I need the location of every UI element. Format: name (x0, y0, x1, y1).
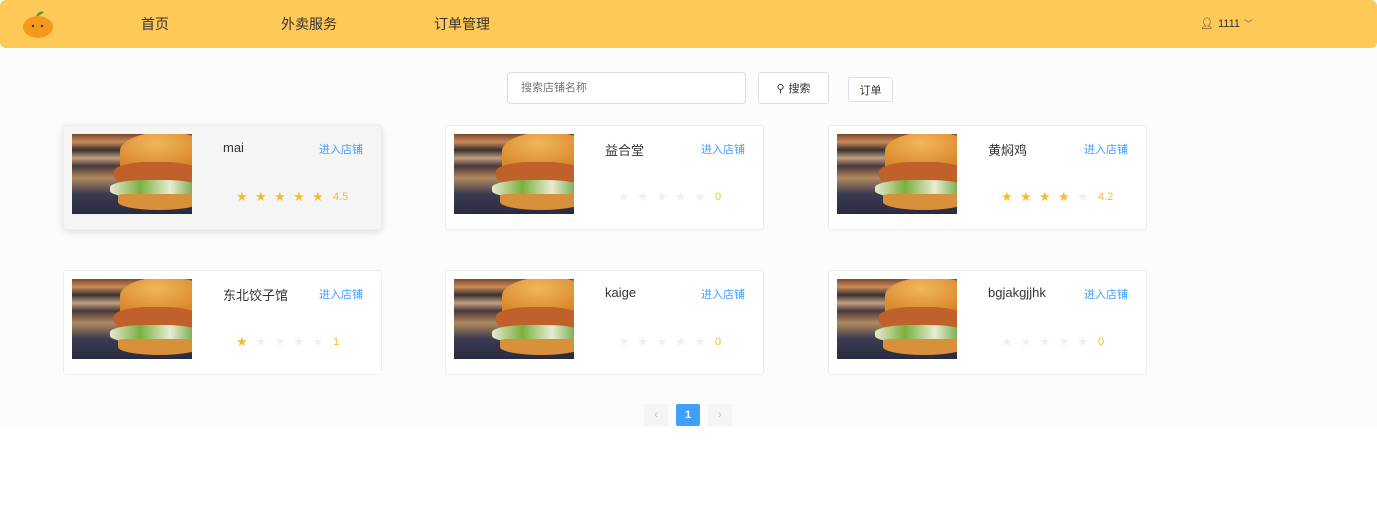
enter-shop-link[interactable]: 进入店铺 (319, 286, 363, 302)
enter-shop-link[interactable]: 进入店铺 (1084, 286, 1128, 302)
search-button-label: 搜索 (788, 83, 811, 95)
prev-page-button[interactable]: ‹ (644, 404, 668, 426)
star-icon[interactable]: ★ (1058, 189, 1077, 205)
shop-rating: ★ ★ ★ ★ ★ 1 (236, 334, 339, 350)
nav-delivery[interactable]: 外卖服务 (281, 14, 337, 34)
enter-shop-link[interactable]: 进入店铺 (1084, 141, 1128, 157)
orange-logo-icon[interactable] (22, 9, 54, 39)
top-nav: 首页 外卖服务 订单管理 👤︎ 1111 ﹀ (0, 0, 1377, 48)
shop-rating: ★ ★ ★ ★ ★ 4.2 (1001, 189, 1113, 205)
shop-card[interactable]: 益合堂 进入店铺 ★ ★ ★ ★ ★ 0 (445, 125, 764, 230)
shop-name: kaige (605, 285, 637, 300)
shop-name: bgjakgjjhk (988, 285, 1046, 300)
shop-name: 黄焖鸡 (988, 143, 1028, 158)
star-icon[interactable]: ★ (694, 334, 713, 350)
enter-shop-link[interactable]: 进入店铺 (701, 286, 745, 302)
shop-name: mai (223, 140, 244, 155)
star-icon[interactable]: ★ (236, 334, 255, 350)
star-icon[interactable]: ★ (1039, 334, 1058, 350)
next-page-button[interactable]: › (708, 404, 732, 426)
star-icon[interactable]: ★ (293, 189, 312, 205)
nav-home[interactable]: 首页 (141, 14, 169, 34)
search-input[interactable] (507, 72, 746, 104)
enter-shop-link[interactable]: 进入店铺 (319, 141, 363, 157)
shop-card[interactable]: 东北饺子馆 进入店铺 ★ ★ ★ ★ ★ 1 (63, 270, 382, 375)
shop-image (837, 134, 957, 214)
user-icon: 👤︎ (1200, 18, 1214, 30)
shop-image (454, 134, 574, 214)
username: 1111 (1217, 17, 1240, 30)
star-icon[interactable]: ★ (1077, 334, 1096, 350)
star-icon[interactable]: ★ (1077, 189, 1096, 205)
star-icon[interactable]: ★ (255, 189, 274, 205)
shop-name: 益合堂 (605, 143, 645, 158)
shop-rating: ★ ★ ★ ★ ★ 0 (1001, 334, 1104, 350)
star-icon[interactable]: ★ (675, 189, 694, 205)
star-icon[interactable]: ★ (656, 189, 675, 205)
star-icon[interactable]: ★ (293, 334, 312, 350)
shop-card[interactable]: kaige 进入店铺 ★ ★ ★ ★ ★ 0 (445, 270, 764, 375)
shop-rating: ★ ★ ★ ★ ★ 0 (618, 189, 721, 205)
chevron-down-icon: ﹀ (1244, 19, 1254, 29)
star-icon[interactable]: ★ (694, 189, 713, 205)
nav-orders[interactable]: 订单管理 (434, 14, 490, 34)
star-icon[interactable]: ★ (656, 334, 675, 350)
shop-image (72, 134, 192, 214)
shop-card[interactable]: 黄焖鸡 进入店铺 ★ ★ ★ ★ ★ 4.2 (828, 125, 1147, 230)
orders-button[interactable]: 订单 (848, 77, 893, 102)
shop-card[interactable]: mai 进入店铺 ★ ★ ★ ★ ★ 4.5 (63, 125, 382, 230)
shop-image (454, 279, 574, 359)
rating-value: 0 (715, 336, 722, 348)
star-icon[interactable]: ★ (637, 189, 656, 205)
star-icon[interactable]: ★ (236, 189, 255, 205)
search-button[interactable]: ⚲ 搜索 (758, 72, 829, 104)
star-icon[interactable]: ★ (255, 334, 274, 350)
star-icon[interactable]: ★ (1058, 334, 1077, 350)
star-icon[interactable]: ★ (274, 334, 293, 350)
search-icon: ⚲ (776, 82, 785, 95)
shop-rating: ★ ★ ★ ★ ★ 4.5 (236, 189, 348, 205)
star-icon[interactable]: ★ (675, 334, 694, 350)
rating-value: 1 (333, 336, 340, 348)
star-icon[interactable]: ★ (1039, 189, 1058, 205)
shop-image (72, 279, 192, 359)
star-icon[interactable]: ★ (1001, 334, 1020, 350)
rating-value: 0 (1098, 336, 1105, 348)
rating-value: 4.5 (333, 191, 349, 203)
shop-rating: ★ ★ ★ ★ ★ 0 (618, 334, 721, 350)
star-icon[interactable]: ★ (618, 334, 637, 350)
rating-value: 4.2 (1098, 191, 1114, 203)
star-icon[interactable]: ★ (618, 189, 637, 205)
page-1-button[interactable]: 1 (676, 404, 700, 426)
star-icon[interactable]: ★ (312, 189, 331, 205)
star-icon[interactable]: ★ (637, 334, 656, 350)
star-icon[interactable]: ★ (312, 334, 331, 350)
star-icon[interactable]: ★ (1020, 334, 1039, 350)
shop-image (837, 279, 957, 359)
rating-value: 0 (715, 191, 722, 203)
enter-shop-link[interactable]: 进入店铺 (701, 141, 745, 157)
shop-card[interactable]: bgjakgjjhk 进入店铺 ★ ★ ★ ★ ★ 0 (828, 270, 1147, 375)
star-icon[interactable]: ★ (1001, 189, 1020, 205)
shop-name: 东北饺子馆 (223, 288, 289, 303)
user-menu[interactable]: 👤︎ 1111 ﹀ (1200, 17, 1254, 31)
star-icon[interactable]: ★ (1020, 189, 1039, 205)
star-icon[interactable]: ★ (274, 189, 293, 205)
